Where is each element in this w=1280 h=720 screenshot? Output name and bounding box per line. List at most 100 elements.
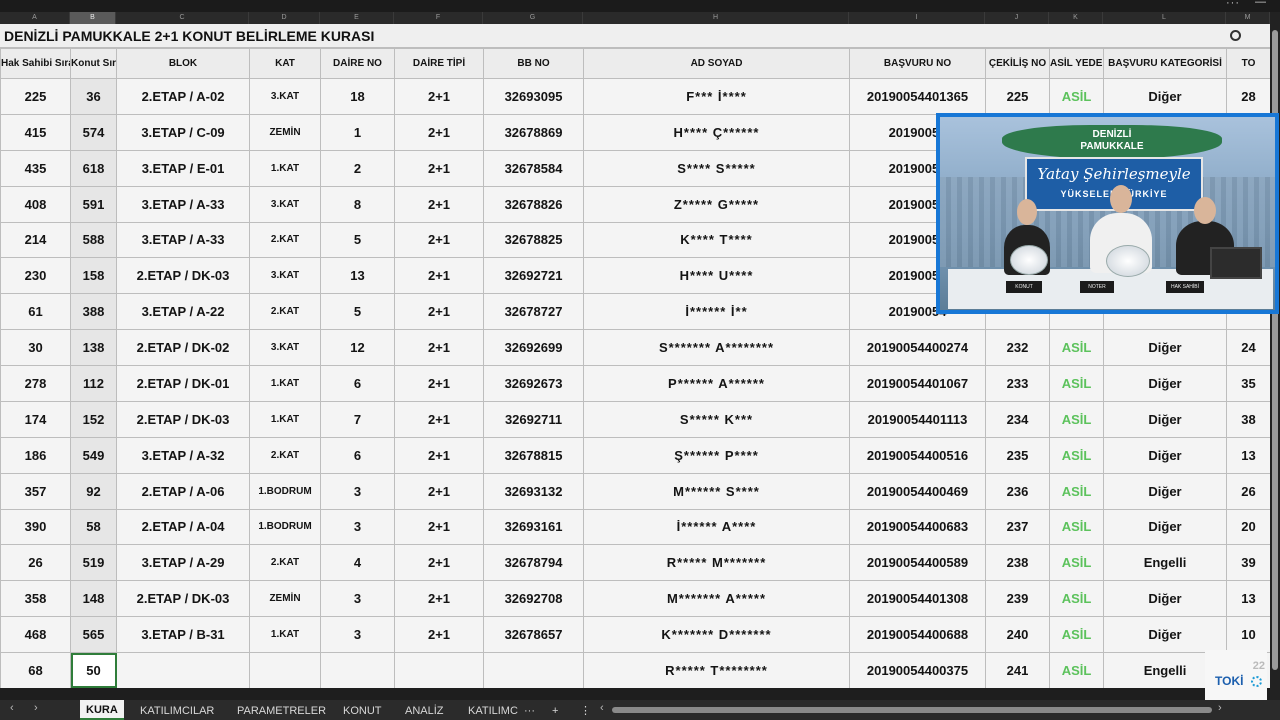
cell-hak[interactable]: 174 xyxy=(0,400,71,438)
cell-bb[interactable]: 32693132 xyxy=(483,472,584,510)
column-letter[interactable]: G xyxy=(483,12,583,24)
cell-bb[interactable]: 32692721 xyxy=(483,257,584,295)
column-letter[interactable]: C xyxy=(116,12,249,24)
cell-hak[interactable]: 230 xyxy=(0,257,71,295)
cell-blok[interactable]: 3.ETAP / A-33 xyxy=(116,221,250,259)
header-daire-tipi[interactable]: DAİRE TİPİ xyxy=(394,48,484,79)
cell-blok[interactable]: 2.ETAP / A-06 xyxy=(116,472,250,510)
cell-hak[interactable]: 214 xyxy=(0,221,71,259)
cell-basvuru[interactable]: 20190054400589 xyxy=(849,544,986,582)
cell-kategori[interactable]: Diğer xyxy=(1103,472,1227,510)
cell-konut[interactable]: 591 xyxy=(70,185,117,223)
cell-cekilis[interactable]: 225 xyxy=(985,78,1050,115)
cell-ad[interactable]: M****** S**** xyxy=(583,472,850,510)
cell-konut[interactable]: 148 xyxy=(70,580,117,618)
column-letter[interactable]: B xyxy=(70,12,116,24)
cell-daire[interactable]: 3 xyxy=(320,616,395,653)
cell-tip[interactable]: 2+1 xyxy=(394,508,484,546)
header-bb-no[interactable]: BB NO xyxy=(483,48,584,79)
column-letter[interactable]: H xyxy=(583,12,849,24)
cell-blok[interactable]: 3.ETAP / E-01 xyxy=(116,149,250,187)
cell-ad[interactable]: K******* D******* xyxy=(583,616,850,653)
cell-ad[interactable]: Ş****** P**** xyxy=(583,436,850,474)
cell-blok[interactable] xyxy=(116,652,250,688)
cell-kat[interactable]: 3.KAT xyxy=(249,257,321,295)
column-letter[interactable]: F xyxy=(394,12,483,24)
header-basvuru-no[interactable]: BAŞVURU NO xyxy=(849,48,986,79)
cell-daire[interactable]: 13 xyxy=(320,257,395,295)
cell-ad[interactable]: Z***** G***** xyxy=(583,185,850,223)
cell-tip[interactable]: 2+1 xyxy=(394,257,484,295)
header-asil-yedek[interactable]: ASİL YEDEK xyxy=(1049,48,1104,79)
hscroll-right-icon[interactable]: › xyxy=(1218,702,1222,714)
cell-kategori[interactable]: Diğer xyxy=(1103,580,1227,618)
cell-konut[interactable]: 565 xyxy=(70,616,117,653)
cell-konut[interactable]: 138 xyxy=(70,329,117,366)
cell-daire[interactable]: 4 xyxy=(320,544,395,582)
cell-daire[interactable]: 3 xyxy=(320,580,395,618)
tab-konut[interactable]: KONUT xyxy=(343,703,382,720)
cell-daire[interactable]: 3 xyxy=(320,508,395,546)
cell-tip[interactable]: 2+1 xyxy=(394,78,484,115)
cell-daire[interactable]: 12 xyxy=(320,329,395,366)
cell-kat[interactable]: 1.KAT xyxy=(249,149,321,187)
cell-daire[interactable]: 5 xyxy=(320,293,395,331)
cell-blok[interactable]: 2.ETAP / DK-03 xyxy=(116,257,250,295)
cell-ad[interactable]: S***** K*** xyxy=(583,400,850,438)
column-letter[interactable]: D xyxy=(249,12,320,24)
cell-kategori[interactable]: Engelli xyxy=(1103,544,1227,582)
cell-asil[interactable]: ASİL xyxy=(1049,329,1104,366)
cell-konut[interactable]: 152 xyxy=(70,400,117,438)
cell-hak[interactable]: 225 xyxy=(0,78,71,115)
more-options-icon[interactable]: ··· xyxy=(1226,0,1240,9)
cell-cekilis[interactable]: 233 xyxy=(985,365,1050,402)
cell-bb[interactable]: 32678826 xyxy=(483,185,584,223)
cell-kategori[interactable]: Diğer xyxy=(1103,508,1227,546)
cell-basvuru[interactable]: 20190054401067 xyxy=(849,365,986,402)
tab-katilimcilar[interactable]: KATILIMCILAR xyxy=(140,703,214,720)
cell-kat[interactable]: 3.KAT xyxy=(249,329,321,366)
cell-blok[interactable]: 3.ETAP / A-22 xyxy=(116,293,250,331)
cell-basvuru[interactable]: 20190054400375 xyxy=(849,652,986,688)
cell-asil[interactable]: ASİL xyxy=(1049,472,1104,510)
tab-katilimc[interactable]: KATILIMC xyxy=(468,703,518,720)
cell-daire[interactable]: 6 xyxy=(320,436,395,474)
cell-hak[interactable]: 468 xyxy=(0,616,71,653)
cell-bb[interactable]: 32692708 xyxy=(483,580,584,618)
cell-konut[interactable]: 549 xyxy=(70,436,117,474)
cell-ad[interactable]: R***** M******* xyxy=(583,544,850,582)
cell-daire[interactable]: 1 xyxy=(320,113,395,151)
cell-kat[interactable]: 1.BODRUM xyxy=(249,472,321,510)
cell-tip[interactable]: 2+1 xyxy=(394,293,484,331)
cell-hak[interactable]: 186 xyxy=(0,436,71,474)
cell-konut[interactable]: 618 xyxy=(70,149,117,187)
column-letter[interactable]: J xyxy=(985,12,1049,24)
cell-tip[interactable]: 2+1 xyxy=(394,185,484,223)
cell-tip[interactable]: 2+1 xyxy=(394,580,484,618)
cell-asil[interactable]: ASİL xyxy=(1049,436,1104,474)
cell-cekilis[interactable]: 234 xyxy=(985,400,1050,438)
cell-cekilis[interactable]: 236 xyxy=(985,472,1050,510)
cell-tip[interactable]: 2+1 xyxy=(394,616,484,653)
cell-ad[interactable]: R***** T******** xyxy=(583,652,850,688)
cell-basvuru[interactable]: 20190054401365 xyxy=(849,78,986,115)
cell-konut[interactable]: 588 xyxy=(70,221,117,259)
cell-blok[interactable]: 2.ETAP / DK-01 xyxy=(116,365,250,402)
cell-konut[interactable]: 574 xyxy=(70,113,117,151)
header-ad-soyad[interactable]: AD SOYAD xyxy=(583,48,850,79)
cell-asil[interactable]: ASİL xyxy=(1049,78,1104,115)
cell-basvuru[interactable]: 20190054401308 xyxy=(849,580,986,618)
cell-kat[interactable]: 1.KAT xyxy=(249,616,321,653)
tab-ellipsis[interactable]: ··· xyxy=(524,703,535,720)
cell-kat[interactable]: 1.BODRUM xyxy=(249,508,321,546)
cell-basvuru[interactable]: 20190054400688 xyxy=(849,616,986,653)
cell-to[interactable]: 26 xyxy=(1226,472,1270,510)
tab-prev-icon[interactable]: ‹ xyxy=(10,702,14,714)
cell-ad[interactable]: K**** T**** xyxy=(583,221,850,259)
cell-daire[interactable]: 2 xyxy=(320,149,395,187)
cell-bb[interactable]: 32678727 xyxy=(483,293,584,331)
target-icon[interactable] xyxy=(1230,30,1241,41)
cell-hak[interactable]: 61 xyxy=(0,293,71,331)
cell-kategori[interactable]: Diğer xyxy=(1103,616,1227,653)
cell-hak[interactable]: 390 xyxy=(0,508,71,546)
